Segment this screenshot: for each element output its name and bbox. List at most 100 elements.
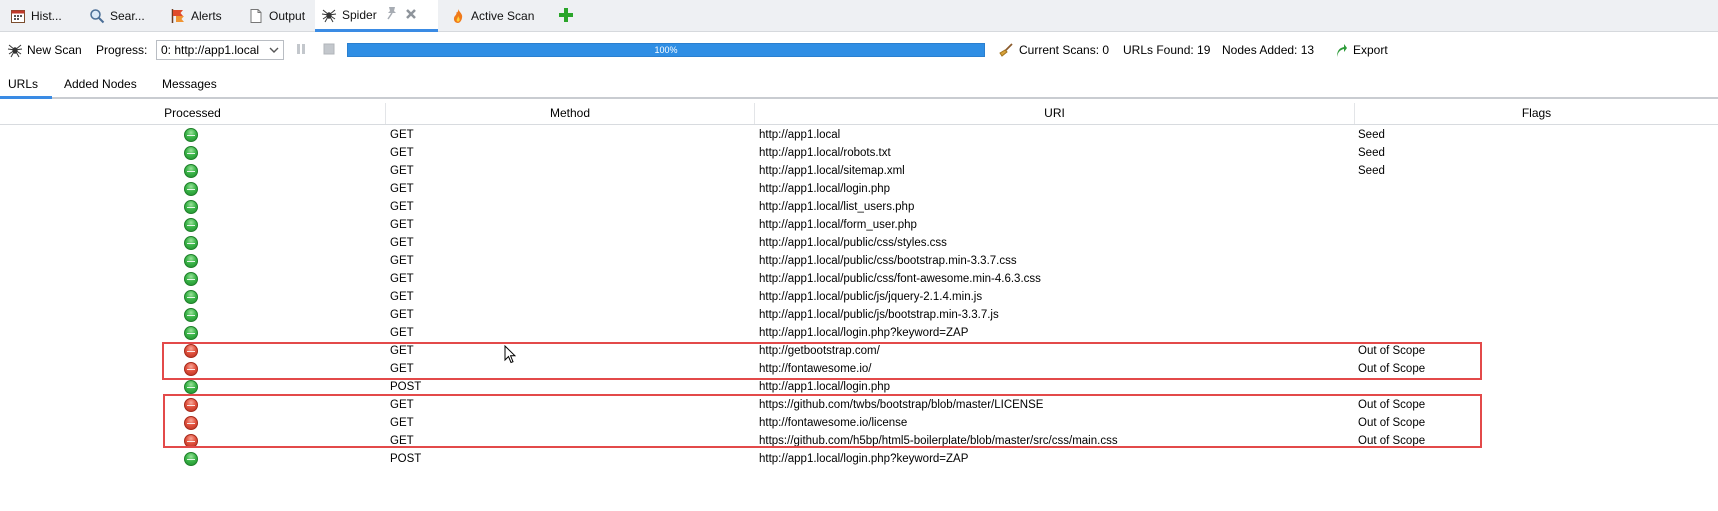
- progress-percent: 100%: [654, 45, 678, 55]
- pin-icon[interactable]: [385, 6, 399, 23]
- pause-icon[interactable]: [296, 43, 306, 55]
- uri-cell: http://fontawesome.io/: [759, 363, 872, 375]
- processed-ok-icon: [184, 128, 198, 142]
- export-button[interactable]: Export: [1334, 33, 1388, 67]
- uri-cell: https://github.com/twbs/bootstrap/blob/m…: [759, 399, 1044, 411]
- table-row[interactable]: GET https://github.com/twbs/bootstrap/blo…: [0, 396, 1718, 414]
- table-row[interactable]: GET http://app1.local/public/js/bootstrap…: [0, 306, 1718, 324]
- tab-label: Sear...: [110, 8, 145, 23]
- table-row[interactable]: GET http://app1.local/form_user.php: [0, 216, 1718, 234]
- add-tab-plus-icon[interactable]: [557, 6, 575, 24]
- method-cell: GET: [390, 219, 414, 231]
- table-row[interactable]: POST http://app1.local/login.php: [0, 378, 1718, 396]
- table-row[interactable]: GET http://app1.local/public/css/bootstra…: [0, 252, 1718, 270]
- tab-history[interactable]: Hist...: [4, 0, 82, 31]
- subtab-urls[interactable]: URLs: [0, 71, 52, 99]
- close-icon[interactable]: [405, 7, 417, 23]
- tab-alerts[interactable]: Alerts: [164, 0, 242, 31]
- method-cell: GET: [390, 309, 414, 321]
- method-cell: GET: [390, 273, 414, 285]
- column-header-method[interactable]: Method: [386, 103, 755, 124]
- method-cell: GET: [390, 237, 414, 249]
- mouse-cursor-icon: [504, 344, 517, 365]
- processed-ok-icon: [184, 326, 198, 340]
- subtab-added-nodes[interactable]: Added Nodes: [56, 71, 146, 97]
- processed-ok-icon: [184, 218, 198, 232]
- uri-cell: http://getbootstrap.com/: [759, 345, 880, 357]
- flags-cell: Out of Scope: [1358, 417, 1426, 429]
- tab-output[interactable]: Output: [242, 0, 314, 31]
- processed-ok-icon: [184, 308, 198, 322]
- method-cell: GET: [390, 345, 414, 357]
- uri-cell: http://fontawesome.io/license: [759, 417, 908, 429]
- tab-active-scan[interactable]: Active Scan: [444, 0, 548, 31]
- uri-cell: http://app1.local/login.php: [759, 381, 891, 393]
- column-header-processed[interactable]: Processed: [0, 103, 386, 124]
- table-row[interactable]: GET https://github.com/h5bp/html5-boilerp…: [0, 432, 1718, 450]
- processed-ok-icon: [184, 200, 198, 214]
- table-row[interactable]: GET http://app1.local/list_users.php: [0, 198, 1718, 216]
- table-row[interactable]: GET http://fontawesome.io/license Out of S…: [0, 414, 1718, 432]
- flags-cell: Out of Scope: [1358, 435, 1426, 447]
- processed-ok-icon: [184, 290, 198, 304]
- table-row[interactable]: GET http://app1.local/robots.txt Seed: [0, 144, 1718, 162]
- out-of-scope-icon: [184, 344, 198, 358]
- stop-icon[interactable]: [323, 43, 335, 55]
- progress-selected-value: 0: http://app1.local: [161, 43, 260, 57]
- flags-cell: Out of Scope: [1358, 363, 1426, 375]
- new-scan-button[interactable]: New Scan: [7, 33, 82, 67]
- processed-ok-icon: [184, 254, 198, 268]
- processed-ok-icon: [184, 164, 198, 178]
- magnifier-icon: [89, 8, 105, 24]
- uri-cell: http://app1.local/sitemap.xml: [759, 165, 905, 177]
- urls-table-body: GET http://app1.local Seed GET http://app1.l…: [0, 126, 1718, 468]
- broom-icon: [998, 42, 1014, 58]
- table-row[interactable]: POST http://app1.local/login.php?keyword=…: [0, 450, 1718, 468]
- tab-spider[interactable]: Spider: [315, 0, 438, 32]
- table-row[interactable]: GET http://getbootstrap.com/Out of Scope: [0, 342, 1718, 360]
- scan-progress-bar: 100%: [347, 43, 985, 57]
- out-of-scope-icon: [184, 362, 198, 376]
- urls-table-header: Processed Method URI Flags: [0, 103, 1718, 125]
- flags-cell: Seed: [1358, 165, 1385, 177]
- nodes-added: Nodes Added: 13: [1222, 43, 1315, 57]
- table-row[interactable]: GET http://app1.local/public/css/styles.c…: [0, 234, 1718, 252]
- column-header-uri[interactable]: URI: [755, 103, 1355, 124]
- method-cell: GET: [390, 201, 414, 213]
- progress-label: Progress:: [96, 43, 148, 57]
- table-row[interactable]: GET http://app1.local/sitemap.xml Seed: [0, 162, 1718, 180]
- flame-icon: [450, 8, 466, 24]
- flag-icon: [170, 8, 186, 24]
- method-cell: GET: [390, 399, 414, 411]
- method-cell: GET: [390, 435, 414, 447]
- uri-cell: http://app1.local: [759, 129, 841, 141]
- subtab-messages[interactable]: Messages: [154, 71, 234, 97]
- table-row[interactable]: GET http://app1.local/login.php?keyword=Z…: [0, 324, 1718, 342]
- progress-scan-select[interactable]: 0: http://app1.local: [156, 40, 284, 60]
- export-icon: [1334, 42, 1348, 58]
- tab-search[interactable]: Sear...: [83, 0, 163, 31]
- table-row[interactable]: GET http://app1.local/login.php: [0, 180, 1718, 198]
- flags-cell: Seed: [1358, 147, 1385, 159]
- calendar-icon: [10, 8, 26, 24]
- spider-icon: [321, 7, 337, 23]
- tab-label: Alerts: [191, 8, 222, 23]
- method-cell: GET: [390, 147, 414, 159]
- table-row[interactable]: GET http://app1.local/public/js/jquery-2.…: [0, 288, 1718, 306]
- spider-icon: [7, 42, 23, 58]
- method-cell: GET: [390, 129, 414, 141]
- uri-cell: http://app1.local/list_users.php: [759, 201, 915, 213]
- flags-cell: Out of Scope: [1358, 399, 1426, 411]
- tab-label: Hist...: [31, 8, 62, 23]
- out-of-scope-icon: [184, 434, 198, 448]
- current-scans: Current Scans: 0: [998, 33, 1109, 67]
- processed-ok-icon: [184, 146, 198, 160]
- out-of-scope-icon: [184, 416, 198, 430]
- zap-spider-panel: Hist... Sear... Alerts Output Spider Act…: [0, 0, 1718, 511]
- table-row[interactable]: GET http://app1.local Seed: [0, 126, 1718, 144]
- column-header-flags[interactable]: Flags: [1355, 103, 1718, 124]
- table-row[interactable]: GET http://fontawesome.io/Out of Scope: [0, 360, 1718, 378]
- uri-cell: http://app1.local/public/js/bootstrap.mi…: [759, 309, 999, 321]
- table-row[interactable]: GET http://app1.local/public/css/font-awe…: [0, 270, 1718, 288]
- uri-cell: http://app1.local/login.php?keyword=ZAP: [759, 327, 969, 339]
